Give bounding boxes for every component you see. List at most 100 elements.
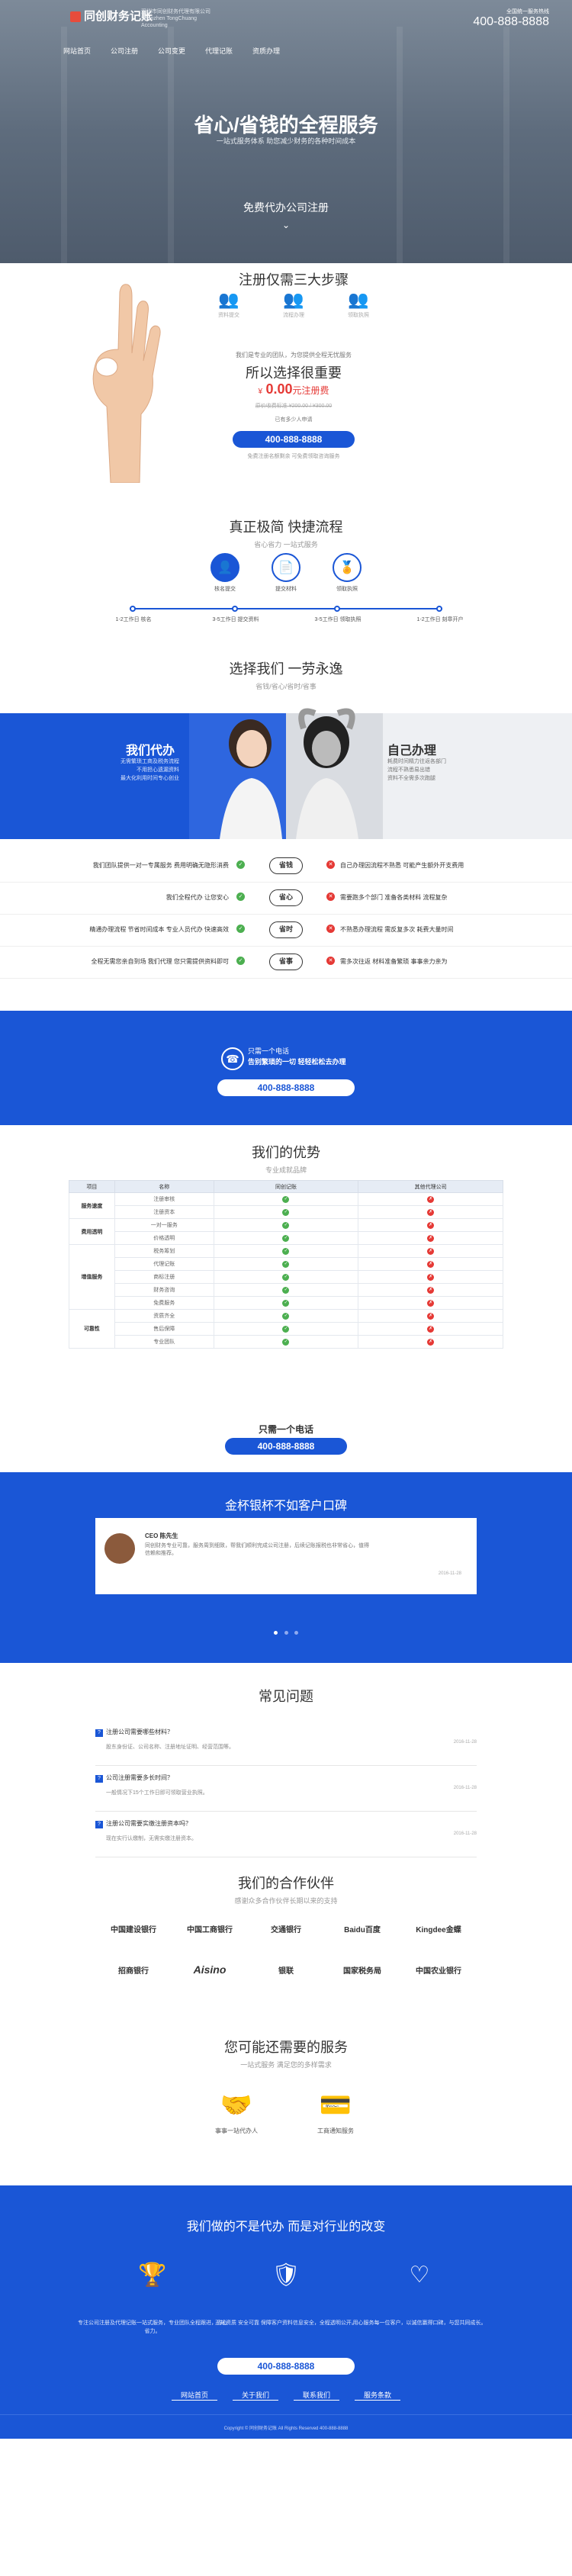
footer-link[interactable]: 服务条款 (355, 2390, 400, 2401)
faq-item[interactable]: ? 注册公司需要实缴注册资本吗？ 现在实行认缴制，无需实缴注册资本。 2016-11-… (95, 1819, 477, 1857)
table-cell: 税务筹划 (114, 1244, 214, 1258)
cross-icon: ✕ (326, 860, 335, 869)
partner-logo: 中国工商银行 (187, 1925, 233, 1934)
feature-text: 用心服务每一位客户，以诚信赢得口碑，与您共同成长。 (352, 2320, 487, 2326)
table-cell: ✗ (358, 1218, 503, 1232)
trophy-icon: 🏆 (138, 2262, 167, 2288)
adv-title: 我们的优势 (252, 1145, 320, 1160)
group-cell: 可靠性 (69, 1309, 115, 1349)
steps-small-note: 免费注册名额剩余 可免费领取咨询服务 (247, 454, 340, 459)
faq-question-text: 公司注册需要多长时间？ (106, 1774, 173, 1781)
adv-button-wrap: 400-888-8888 (0, 1438, 572, 1455)
comparison-list: 我们团队提供一对一专属服务 费用明确无隐形消费 ✓ 省钱 ✕ 自己办理因流程不熟… (0, 851, 572, 979)
hotline-button[interactable]: 400-888-8888 (233, 431, 355, 448)
footer-nav: 网站首页 关于我们 联系我们 服务条款 (0, 2390, 572, 2401)
handshake-icon: 🤝 (220, 2091, 253, 2120)
table-cell: ✗ (358, 1335, 503, 1349)
footer-link[interactable]: 关于我们 (233, 2390, 278, 2401)
faq-date: 2016-11-28 (453, 1832, 477, 1836)
nav-item[interactable]: 公司注册 (101, 46, 148, 56)
nav-item[interactable]: 公司变更 (148, 46, 195, 56)
partner-logo: Baidu百度 (344, 1925, 381, 1934)
adv-heading: 我们的优势 专业成就品牌 (0, 1142, 572, 1175)
check-icon: ✓ (282, 1286, 290, 1294)
service-item[interactable]: 💳 工商通知服务 (278, 2090, 393, 2135)
phone-icon: ☎ (221, 1047, 244, 1070)
call-label: 只需一个电话 (248, 1047, 290, 1055)
flow-heading: 真正极简 快捷流程 省心省力 一站式服务 (0, 516, 572, 549)
self-do-line: 资料不全需多次跑腿 (387, 776, 435, 781)
faq-item[interactable]: ? 注册公司需要哪些材料？ 股东身份证、公司名称、注册地址证明、经营范围等。 2016… (95, 1728, 477, 1766)
top-bar: 同创财务记账 深圳市同创财务代理有限公司 Shenzhen TongChuang… (0, 0, 572, 29)
nav-item[interactable]: 资质办理 (243, 46, 290, 56)
heart-icon: ♡ (409, 2262, 430, 2288)
table-row: 注册资本 ✓ ✗ (69, 1205, 503, 1219)
partner-logo: Aisino (193, 1963, 227, 1976)
faq-heading: 常见问题 (0, 1686, 572, 1706)
nav-item[interactable]: 代理记账 (195, 46, 243, 56)
timeline-dot (130, 606, 136, 612)
service-label: 工商通知服务 (317, 2127, 354, 2134)
adv-hotline-button[interactable]: 400-888-8888 (225, 1438, 347, 1455)
check-icon: ✓ (282, 1338, 290, 1346)
table-cell: ✓ (213, 1205, 359, 1219)
service-item[interactable]: 🤝 事事一站代办人 (179, 2090, 294, 2135)
faq-item[interactable]: ? 公司注册需要多长时间？ 一般情况下15个工作日即可领取营业执照。 2016-11-… (95, 1774, 477, 1812)
testimonial-date: 2016-11-28 (438, 1571, 461, 1576)
call-button[interactable]: 400-888-8888 (217, 1079, 355, 1096)
carousel-dot[interactable] (274, 1631, 278, 1635)
cross-icon: ✗ (427, 1338, 435, 1346)
faq-question-text: 注册公司需要实缴注册资本吗？ (106, 1820, 191, 1827)
footer-link[interactable]: 联系我们 (294, 2390, 339, 2401)
check-icon: ✓ (282, 1208, 290, 1216)
carousel-dot[interactable] (284, 1631, 288, 1635)
group-cell: 服务速度 (69, 1192, 115, 1219)
comparison-right: 自己办理因流程不熟悉 可能产生额外开支费用 (340, 862, 464, 869)
table-cell: ✗ (358, 1192, 503, 1206)
flow-step-label: 核名提交 (214, 587, 236, 592)
check-icon: ✓ (236, 892, 245, 901)
carousel-dot[interactable] (294, 1631, 298, 1635)
flow-title: 真正极简 快捷流程 (229, 519, 343, 535)
partners-title: 我们的合作伙伴 (238, 1876, 334, 1891)
step-avatar: 👥 资料提交 (206, 290, 252, 319)
table-cell: ✓ (213, 1218, 359, 1232)
steps-section: 注册仅需三大步骤 👥 资料提交 👥 流程办理 👥 领取执照 我们是专业的团队，为您提供… (0, 263, 572, 507)
step-avatar: 👥 流程办理 (271, 290, 317, 319)
table-header: 其他代理公司 (358, 1180, 503, 1193)
faq-answer: 一般情况下15个工作日即可领取营业执照。 (106, 1790, 208, 1796)
service-label: 事事一站代办人 (215, 2127, 258, 2134)
table-cell: ✗ (358, 1270, 503, 1284)
flow-step-label: 提交材料 (275, 587, 297, 592)
check-icon: ✓ (282, 1325, 290, 1333)
advantages-table: 项目 名称 同创记账 其他代理公司 服务速度 注册审核 ✓ ✗ 注册资本 ✓ ✗ 费用透明… (69, 1180, 503, 1349)
comparison-row: 我们团队提供一对一专属服务 费用明确无隐形消费 ✓ 省钱 ✕ 自己办理因流程不熟… (0, 851, 572, 883)
we-do-text: 无需繁琐工商及税务流程 不用担心遗漏资料 最大化利用时间专心创业 (103, 757, 179, 783)
partner-logos: 中国建设银行 中国工商银行 交通银行 Baidu百度 Kingdee金蝶 招商银… (95, 1912, 477, 1986)
step-avatars: 👥 资料提交 👥 流程办理 👥 领取执照 (206, 290, 381, 319)
table-cell: ✗ (358, 1205, 503, 1219)
nav-item[interactable]: 网站首页 (53, 46, 101, 56)
bottom-hotline-button[interactable]: 400-888-8888 (217, 2358, 355, 2375)
partner-logo: 中国建设银行 (111, 1925, 156, 1934)
we-do-line: 最大化利用时间专心创业 (121, 776, 179, 781)
table-row: 价格透明 ✓ ✗ (69, 1231, 503, 1245)
phone-number[interactable]: 400-888-8888 (473, 15, 549, 29)
comparison-right: 需多次往返 材料准备繁琐 事事亲力亲为 (340, 958, 448, 965)
table-cell: ✓ (213, 1244, 359, 1258)
table-header: 名称 (114, 1180, 214, 1193)
comparison-left: 精通办理流程 节省时间成本 专业人员代办 快速高效 (89, 926, 229, 933)
steps-button-wrap: 400-888-8888 (191, 431, 397, 448)
flow-step-label: 领取执照 (336, 587, 358, 592)
step-label: 流程办理 (283, 313, 304, 318)
check-icon: ✓ (236, 957, 245, 965)
hero-cta[interactable]: 免费代办公司注册 ⌄ (0, 200, 572, 230)
steps-heading: 注册仅需三大步骤 (239, 272, 349, 288)
hero-banner: 同创财务记账 深圳市同创财务代理有限公司 Shenzhen TongChuang… (0, 0, 572, 263)
cross-icon: ✗ (427, 1299, 435, 1307)
footer-link[interactable]: 网站首页 (172, 2390, 217, 2401)
logo[interactable]: 同创财务记账 (70, 8, 153, 24)
choose-section: 选择我们 一劳永逸 省钱/省心/省时/省事 我们代办 无需繁琐工商及税务流程 不… (0, 645, 572, 1011)
cross-icon: ✕ (326, 925, 335, 933)
bottom-section: 我们做的不是代办 而是对行业的改变 🏆 专注公司注册及代理记账一站式服务，专业团队… (0, 2185, 572, 2414)
